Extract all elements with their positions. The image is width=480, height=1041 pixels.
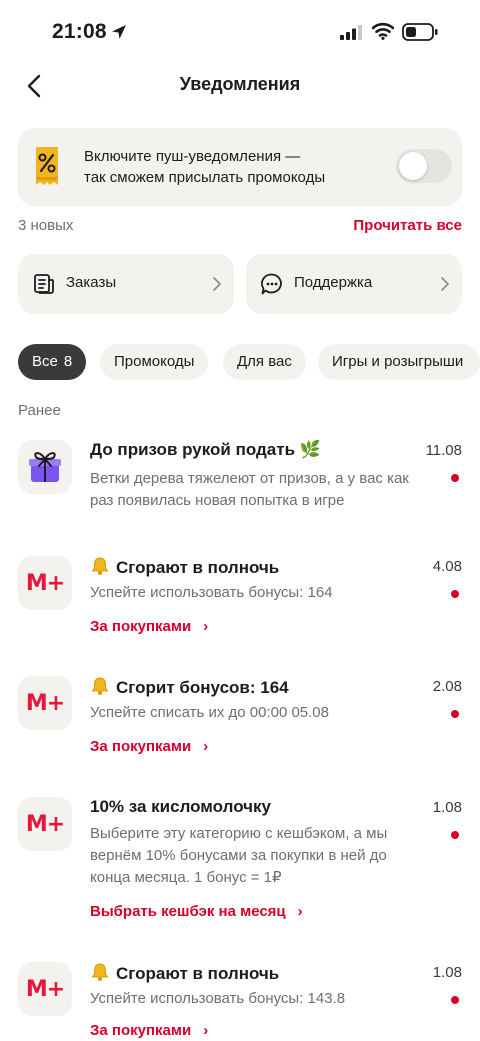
notification-body-line: Успейте списать их до 00:00 05.08 — [90, 704, 329, 721]
page-title: Уведомления — [179, 74, 301, 94]
push-banner-line-2: так сможем присылать промокоды — [84, 169, 326, 186]
filter-chip-count: 8 — [63, 353, 73, 370]
status-time: 21:08 — [52, 20, 107, 43]
coupon-percent-icon — [36, 147, 58, 185]
notification-body: Успейте списать их до 00:00 05.08 — [90, 702, 446, 724]
go-shopping-link[interactable]: За покупками › — [90, 738, 208, 755]
cellular-signal-icon — [340, 25, 362, 40]
filter-chip-for-you[interactable]: Для вас — [223, 344, 306, 380]
battery-icon — [402, 23, 438, 41]
chevron-right-icon: › — [203, 1022, 209, 1039]
push-banner-line-1: Включите пуш-уведомления — — [84, 148, 301, 165]
notification-title: Сгорит бонусов: 164 — [116, 678, 289, 697]
notification-body-line: Выберите эту категорию с кешбэком, а мы — [90, 825, 388, 842]
notification-title-wrap: Сгорают в полночь — [90, 556, 279, 578]
notification-body-line: Успейте использовать бонусы: 164 — [90, 584, 333, 601]
filter-chip-games[interactable]: Игры и розыгрыши — [318, 344, 480, 380]
notification-body-line: конца месяца. 1 бонус = 1₽ — [90, 869, 282, 886]
support-card[interactable]: Поддержка — [246, 254, 462, 314]
notification-date: 4.08 — [432, 558, 462, 575]
unread-dot — [451, 590, 459, 598]
notification-date: 2.08 — [432, 678, 462, 695]
notification-avatar: М+ — [18, 556, 72, 610]
unread-dot — [451, 474, 459, 482]
section-label: Ранее — [18, 402, 61, 419]
notification-avatar: М+ — [18, 797, 72, 851]
filter-chip-promocodes[interactable]: Промокоды — [100, 344, 209, 380]
notification-item[interactable]: М+ 10% за кисломолочку 1.08 Выберите эту… — [18, 797, 462, 927]
notification-title: До призов рукой подать 🌿 — [90, 440, 321, 459]
notification-date: 1.08 — [432, 799, 462, 816]
new-count: 3 новых — [18, 217, 74, 234]
support-label: Поддержка — [294, 274, 373, 291]
location-arrow-icon — [112, 25, 126, 39]
toggle-knob — [399, 152, 427, 180]
notification-body: Успейте использовать бонусы: 164 — [90, 582, 446, 604]
orders-card[interactable]: Заказы — [18, 254, 234, 314]
link-label: За покупками — [90, 618, 192, 635]
mplus-logo: М+ — [25, 811, 65, 837]
bell-icon — [91, 963, 109, 981]
notification-body: Ветки дерева тяжелеют от призов, а у вас… — [90, 468, 446, 512]
link-label: Выбрать кешбэк на месяц — [90, 903, 286, 920]
mplus-logo: М+ — [25, 570, 65, 596]
unread-dot — [451, 710, 459, 718]
filter-chip-label: Игры и розыгрыши — [332, 353, 464, 370]
notification-title-wrap: Сгорит бонусов: 164 — [90, 676, 289, 698]
notification-avatar — [18, 440, 72, 494]
receipt-icon — [34, 274, 54, 294]
notification-item[interactable]: М+ Сгорают в полночь 1.08 Успейте исполь… — [18, 962, 462, 1041]
unread-dot — [451, 996, 459, 1004]
read-all-button[interactable]: Прочитать все — [353, 217, 462, 234]
bell-icon — [91, 677, 109, 695]
notification-body: Успейте использовать бонусы: 143.8 — [90, 988, 446, 1010]
go-shopping-link[interactable]: За покупками › — [90, 618, 208, 635]
notification-title: Сгорают в полночь — [116, 558, 280, 577]
wifi-icon — [372, 22, 394, 40]
mplus-logo: М+ — [25, 690, 65, 716]
notification-date: 1.08 — [432, 964, 462, 981]
chevron-right-icon: › — [297, 903, 303, 920]
notification-title: 10% за кисломолочку — [90, 797, 271, 816]
filter-chip-all[interactable]: Все 8 — [18, 344, 87, 380]
chat-icon — [261, 273, 282, 295]
notification-avatar: М+ — [18, 676, 72, 730]
chevron-right-icon — [441, 277, 449, 291]
link-label: За покупками — [90, 1022, 192, 1039]
push-notification-banner: Включите пуш-уведомления — так сможем пр… — [18, 128, 462, 206]
notification-item[interactable]: М+ Сгорит бонусов: 164 2.08 Успейте спис… — [18, 676, 462, 766]
chevron-right-icon: › — [203, 738, 209, 755]
go-shopping-link[interactable]: За покупками › — [90, 1022, 208, 1039]
link-label: За покупками — [90, 738, 192, 755]
notification-body-line: раз появилась новая попытка в игре — [90, 492, 345, 509]
notification-item[interactable]: До призов рукой подать 🌿 11.08 Ветки дер… — [18, 440, 462, 520]
push-toggle[interactable] — [396, 149, 452, 183]
status-bar: 21:08 — [0, 0, 480, 64]
notification-title-wrap: Сгорают в полночь — [90, 962, 279, 984]
orders-label: Заказы — [66, 274, 117, 291]
notification-body-line: Успейте использовать бонусы: 143.8 — [90, 990, 346, 1007]
filter-chip-label: Все — [32, 353, 58, 370]
push-banner-text: Включите пуш-уведомления — так сможем пр… — [84, 146, 354, 188]
mplus-logo: М+ — [25, 976, 65, 1002]
choose-cashback-link[interactable]: Выбрать кешбэк на месяц › — [90, 903, 303, 920]
gift-icon — [29, 452, 61, 482]
chevron-right-icon: › — [203, 618, 209, 635]
notification-title: Сгорают в полночь — [116, 964, 280, 983]
filter-chip-label: Промокоды — [114, 353, 195, 370]
notification-avatar: М+ — [18, 962, 72, 1016]
unread-dot — [451, 831, 459, 839]
notification-body-line: вернём 10% бонусами за покупки в ней до — [90, 847, 387, 864]
notification-body-line: Ветки дерева тяжелеют от призов, а у вас… — [90, 470, 409, 487]
bell-icon — [91, 557, 109, 575]
notification-item[interactable]: М+ Сгорают в полночь 4.08 Успейте исполь… — [18, 556, 462, 646]
notification-body: Выберите эту категорию с кешбэком, а мы … — [90, 823, 446, 889]
chevron-right-icon — [213, 277, 221, 291]
filter-chip-label: Для вас — [237, 353, 292, 370]
notification-date: 11.08 — [425, 442, 462, 459]
